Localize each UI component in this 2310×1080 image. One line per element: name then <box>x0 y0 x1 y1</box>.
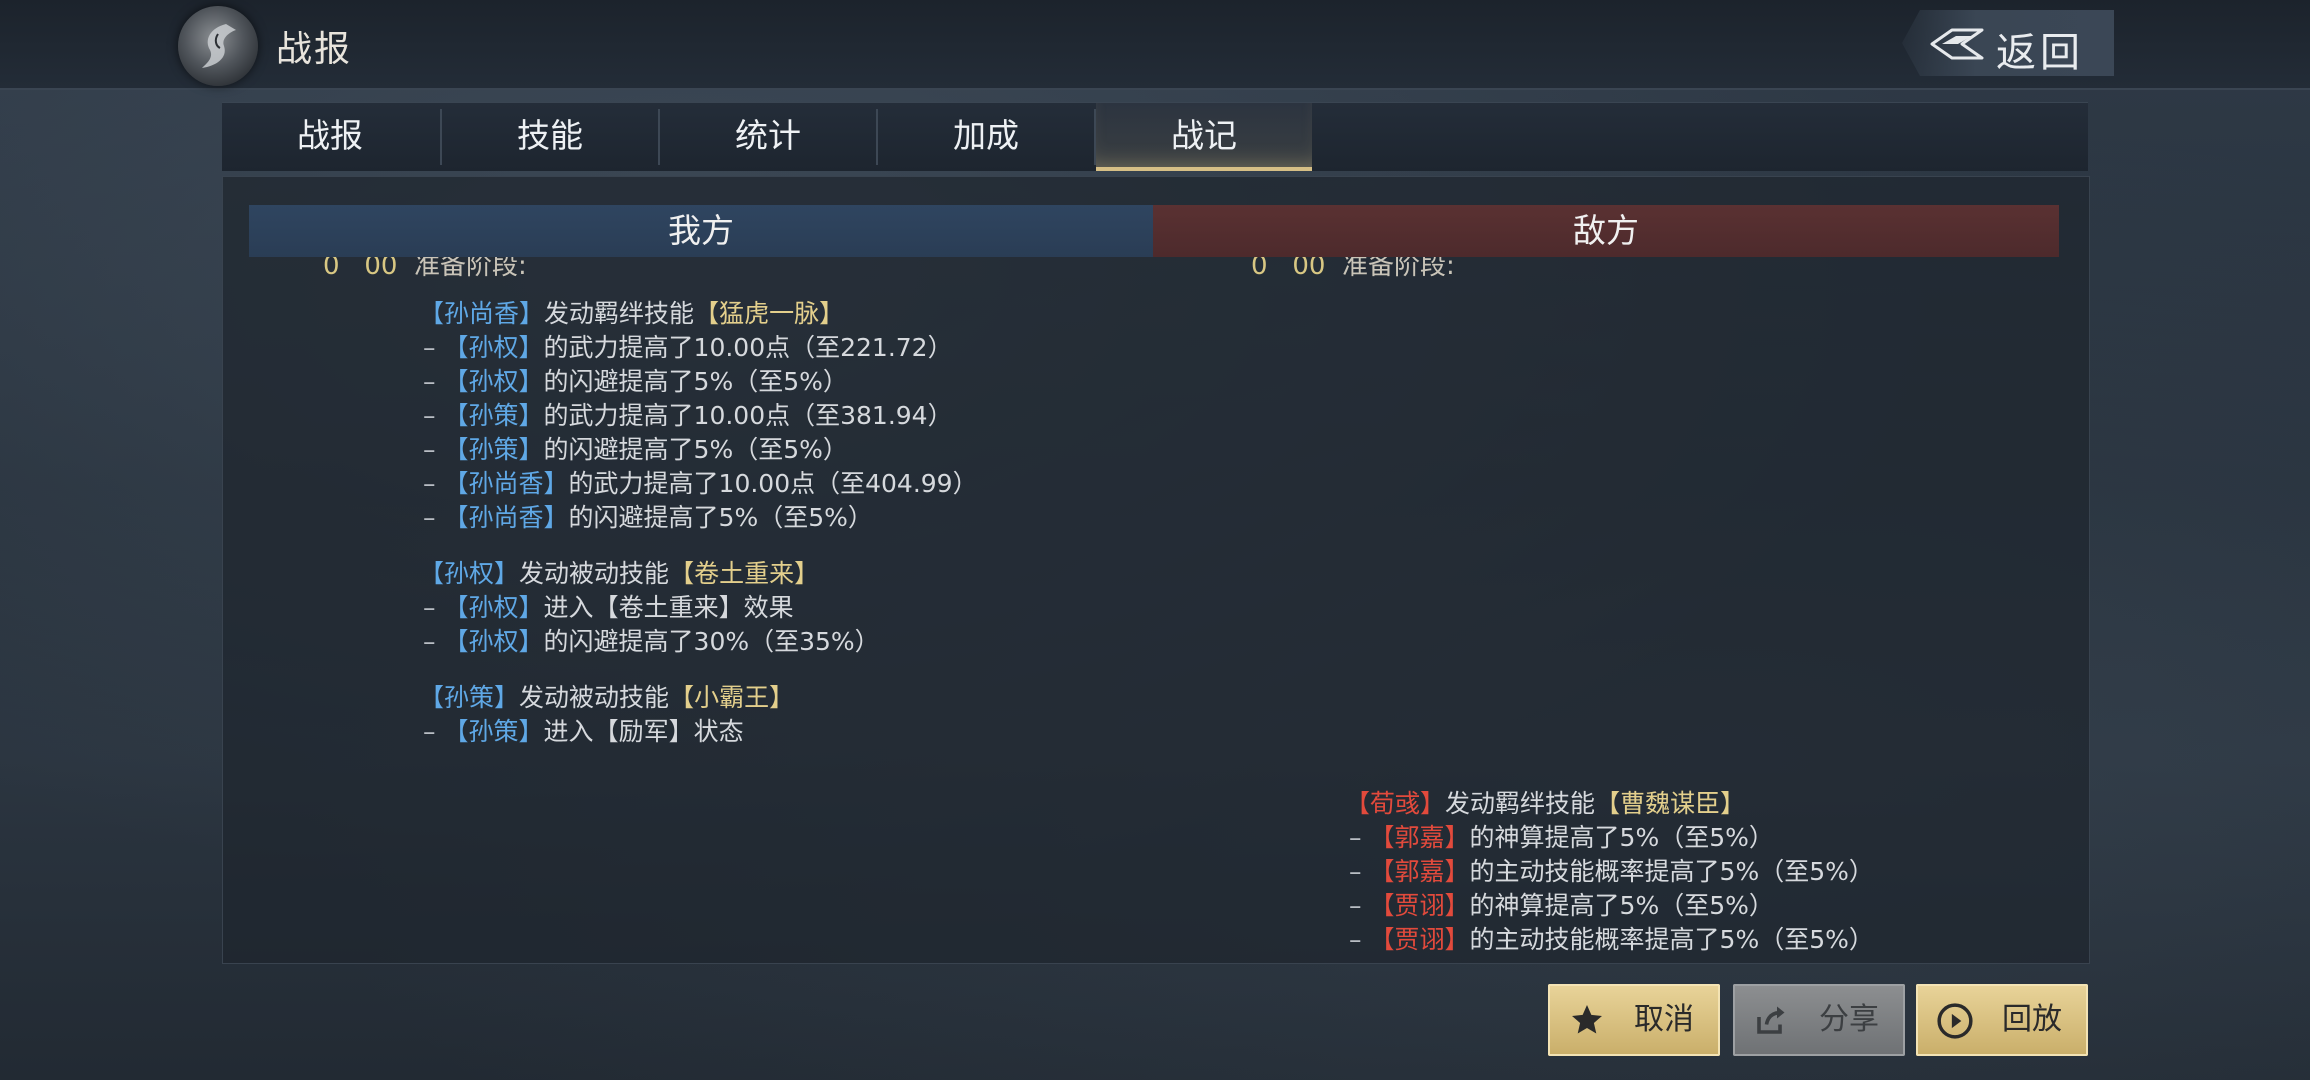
enemy-column-header: 敌方 <box>1153 205 2059 257</box>
log-sub-line: – 【孙权】进入【卷土重来】效果 <box>423 593 794 622</box>
enemy-stage-time: 0 00 <box>1251 257 1326 281</box>
log-entry-title: 【孙策】发动被动技能【小霸王】 <box>419 683 795 712</box>
log-entry: 【荀彧】发动羁绊技能【曹魏谋臣】 – 【郭嘉】的神算提高了5%（至5%） – 【郭嘉… <box>1345 787 1874 957</box>
tab-battle-report[interactable]: 战报 <box>222 103 438 171</box>
log-sub-line: – 【孙尚香】的武力提高了10.00点（至404.99） <box>423 469 978 498</box>
ally-column-header: 我方 <box>249 205 1153 257</box>
back-arrow-icon <box>1930 28 1984 60</box>
log-entry: 【孙策】发动被动技能【小霸王】 – 【孙策】进入【励军】状态 <box>419 681 978 749</box>
log-sub-line: – 【贾诩】的主动技能概率提高了5%（至5%） <box>1349 925 1874 954</box>
ally-stage-label: 准备阶段: <box>413 257 527 281</box>
skill-name: 小霸王 <box>694 683 770 712</box>
skill-name: 卷土重来 <box>694 559 795 588</box>
log-entry-title: 【荀彧】发动羁绊技能【曹魏谋臣】 <box>1345 789 1746 818</box>
tab-bonus[interactable]: 加成 <box>878 103 1094 171</box>
log-sub-line: – 【郭嘉】的神算提高了5%（至5%） <box>1349 823 1774 852</box>
replay-button[interactable]: 回放 <box>1916 984 2088 1056</box>
cancel-label: 取消 <box>1634 1002 1694 1037</box>
log-sub-line: – 【孙权】的闪避提高了30%（至35%） <box>423 627 880 656</box>
page-title: 战报 <box>276 29 353 70</box>
log-scroll-area[interactable]: 0 00 准备阶段: 0 00 准备阶段: 【孙尚香】发动羁绊技能【猛虎一脉】 … <box>223 257 2089 963</box>
star-icon <box>1572 1005 1602 1034</box>
tab-strip: 战报 技能 统计 加成 战记 <box>222 102 2088 171</box>
replay-label: 回放 <box>2002 1002 2062 1037</box>
dragon-emblem-icon <box>178 6 258 86</box>
share-label: 分享 <box>1819 1002 1879 1037</box>
log-sub-line: – 【孙策】的闪避提高了5%（至5%） <box>423 435 848 464</box>
log-entry: 【孙权】发动被动技能【卷土重来】 – 【孙权】进入【卷土重来】效果 – 【孙权】的闪… <box>419 557 978 659</box>
log-sub-line: – 【孙权】的武力提高了10.00点（至221.72） <box>423 333 953 362</box>
back-label: 返回 <box>1996 30 2084 76</box>
log-sub-line: – 【孙策】的武力提高了10.00点（至381.94） <box>423 401 953 430</box>
share-button[interactable]: 分享 <box>1733 984 1905 1056</box>
ally-stage-line: 0 00 准备阶段: <box>323 257 527 282</box>
log-sub-line: – 【孙权】的闪避提高了5%（至5%） <box>423 367 848 396</box>
enemy-stage-line: 0 00 准备阶段: <box>1251 257 1455 282</box>
tab-battle-log[interactable]: 战记 <box>1096 103 1312 171</box>
log-entry-title: 【孙尚香】发动羁绊技能【猛虎一脉】 <box>419 299 845 328</box>
log-entry: 【孙尚香】发动羁绊技能【猛虎一脉】 – 【孙权】的武力提高了10.00点（至221… <box>419 297 978 535</box>
top-bar: 战报 返回 <box>0 0 2310 90</box>
skill-name: 猛虎一脉 <box>719 299 820 328</box>
enemy-stage-label: 准备阶段: <box>1341 257 1455 281</box>
hero-name: 孙策 <box>444 683 495 712</box>
play-circle-icon <box>1937 1003 1973 1039</box>
log-entry-title: 【孙权】发动被动技能【卷土重来】 <box>419 559 820 588</box>
log-sub-line: – 【孙策】进入【励军】状态 <box>423 717 744 746</box>
cancel-button[interactable]: 取消 <box>1548 984 1720 1056</box>
enemy-log: 【荀彧】发动羁绊技能【曹魏谋臣】 – 【郭嘉】的神算提高了5%（至5%） – 【郭嘉… <box>1345 787 1874 963</box>
tab-skills[interactable]: 技能 <box>442 103 658 171</box>
log-sub-line: – 【贾诩】的神算提高了5%（至5%） <box>1349 891 1774 920</box>
log-sub-line: – 【孙尚香】的闪避提高了5%（至5%） <box>423 503 873 532</box>
log-sub-line: – 【郭嘉】的主动技能概率提高了5%（至5%） <box>1349 857 1874 886</box>
back-button[interactable]: 返回 <box>1902 10 2114 76</box>
share-icon <box>1757 1006 1785 1034</box>
battle-log-panel: 0 00 准备阶段: 0 00 准备阶段: 【孙尚香】发动羁绊技能【猛虎一脉】 … <box>222 176 2090 964</box>
hero-name: 孙尚香 <box>444 299 520 328</box>
ally-log: 【孙尚香】发动羁绊技能【猛虎一脉】 – 【孙权】的武力提高了10.00点（至221… <box>419 297 978 771</box>
ally-stage-time: 0 00 <box>323 257 398 281</box>
hero-name: 荀彧 <box>1370 789 1421 818</box>
skill-name: 曹魏谋臣 <box>1620 789 1721 818</box>
tab-statistics[interactable]: 统计 <box>660 103 876 171</box>
hero-name: 孙权 <box>444 559 495 588</box>
